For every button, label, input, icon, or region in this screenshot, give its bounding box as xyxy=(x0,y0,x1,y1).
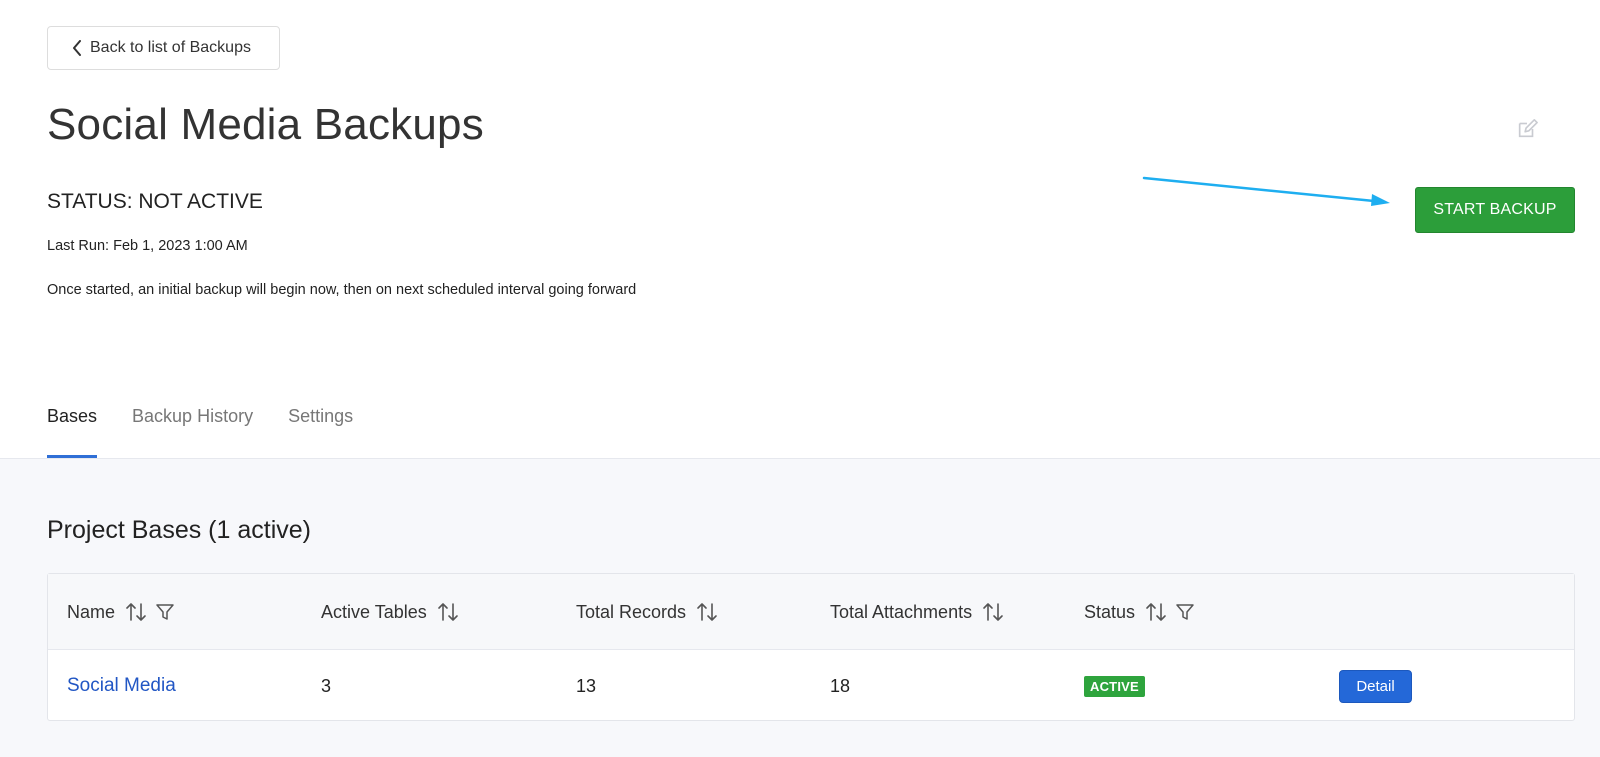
start-backup-button[interactable]: START BACKUP xyxy=(1415,187,1575,233)
backup-header-area: Back to list of Backups Social Media Bac… xyxy=(0,0,1600,458)
back-label: Back to list of Backups xyxy=(90,39,251,56)
column-header-total-records[interactable]: Total Records xyxy=(576,574,726,650)
bases-table: Name Active Tables Total Records Total A… xyxy=(47,573,1575,721)
annotation-arrow-icon xyxy=(1142,176,1390,206)
column-label: Name xyxy=(67,601,116,622)
sort-icon[interactable] xyxy=(696,601,718,623)
cell-total-records: 13 xyxy=(576,675,597,696)
cell-active-tables: 3 xyxy=(321,675,332,696)
bases-panel: Project Bases (1 active) Name Active Tab… xyxy=(0,459,1600,757)
section-title: Project Bases (1 active) xyxy=(47,516,311,544)
chevron-left-icon xyxy=(73,40,81,56)
sort-icon[interactable] xyxy=(125,601,147,623)
column-header-status[interactable]: Status xyxy=(1084,574,1203,650)
cell-action: Detail xyxy=(1339,650,1412,722)
last-run-text: Last Run: Feb 1, 2023 1:00 AM xyxy=(47,238,248,254)
cell-name: Social Media xyxy=(67,650,176,722)
column-label: Active Tables xyxy=(321,601,427,622)
detail-button[interactable]: Detail xyxy=(1339,669,1412,703)
filter-icon[interactable] xyxy=(155,602,175,622)
start-backup-note: Once started, an initial backup will beg… xyxy=(47,282,637,298)
table-header: Name Active Tables Total Records Total A… xyxy=(48,574,1574,650)
tab-bar: Bases Backup History Settings xyxy=(47,392,388,458)
column-header-name[interactable]: Name xyxy=(67,574,183,650)
tab-bases[interactable]: Bases xyxy=(47,392,98,458)
base-name-link[interactable]: Social Media xyxy=(67,675,176,697)
tab-backup-history[interactable]: Backup History xyxy=(132,392,253,458)
tab-settings[interactable]: Settings xyxy=(288,392,353,458)
filter-icon[interactable] xyxy=(1175,602,1195,622)
edit-icon[interactable] xyxy=(1516,118,1538,140)
cell-total-attachments: 18 xyxy=(830,675,851,696)
column-header-active-tables[interactable]: Active Tables xyxy=(321,574,467,650)
sort-icon[interactable] xyxy=(1145,601,1167,623)
column-label: Total Records xyxy=(576,601,687,622)
status-text: STATUS: NOT ACTIVE xyxy=(47,190,263,213)
table-row: Social Media 3 13 18 ACTIVE Detail xyxy=(48,650,1574,722)
back-to-list-button[interactable]: Back to list of Backups xyxy=(47,26,280,70)
sort-icon[interactable] xyxy=(437,601,459,623)
column-header-total-attachments[interactable]: Total Attachments xyxy=(830,574,1012,650)
column-label: Status xyxy=(1084,601,1136,622)
column-label: Total Attachments xyxy=(830,601,973,622)
status-badge: ACTIVE xyxy=(1084,675,1145,697)
sort-icon[interactable] xyxy=(982,601,1004,623)
cell-status: ACTIVE xyxy=(1084,650,1145,722)
page-title: Social Media Backups xyxy=(47,100,484,149)
